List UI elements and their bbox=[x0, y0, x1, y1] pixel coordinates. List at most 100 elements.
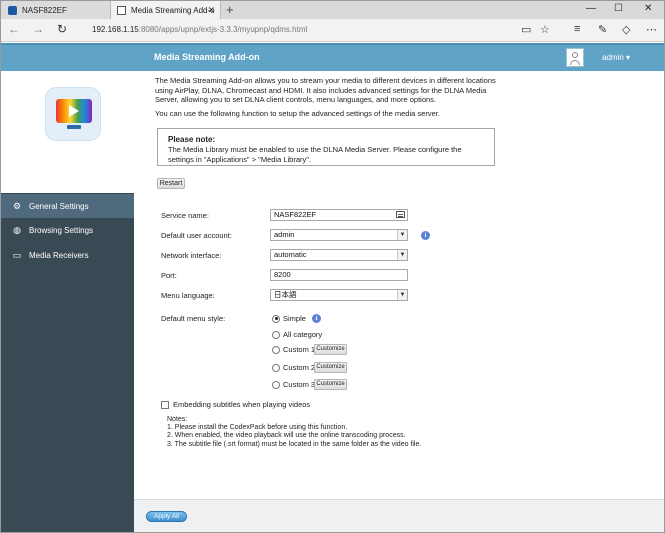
favorite-star-icon[interactable]: ☆ bbox=[540, 23, 550, 36]
note-line: 3. The subtitle file (.srt format) must … bbox=[167, 440, 422, 448]
close-tab-icon[interactable]: ✕ bbox=[207, 5, 215, 16]
id-card-icon bbox=[396, 211, 405, 218]
radio-dot bbox=[272, 380, 280, 389]
tab-title: Media Streaming Add-o bbox=[131, 6, 215, 15]
intro-section: The Media Streaming Add-on allows you to… bbox=[1, 71, 664, 193]
port-value: 8200 bbox=[274, 270, 291, 279]
url-field[interactable]: 192.168.1.15:8080/apps/upnp/extjs-3.3.3/… bbox=[92, 25, 307, 34]
radio-dot bbox=[272, 330, 280, 339]
sidebar-item-label: General Settings bbox=[29, 201, 89, 211]
share-icon[interactable]: ◇ bbox=[622, 23, 630, 36]
gear-icon: ⚙ bbox=[12, 200, 22, 211]
radio-dot bbox=[272, 363, 280, 372]
radio-custom-2[interactable]: Custom 2 bbox=[272, 363, 315, 372]
app-description: The Media Streaming Add-on allows you to… bbox=[155, 76, 496, 105]
forward-icon[interactable]: → bbox=[32, 22, 44, 36]
radio-custom-1[interactable]: Custom 1 bbox=[272, 345, 315, 354]
sidebar-item-label: Browsing Settings bbox=[29, 225, 94, 235]
sidebar-item-media-receivers[interactable]: ▭ Media Receivers bbox=[1, 243, 134, 267]
user-menu[interactable]: admin ▾ bbox=[602, 53, 630, 62]
menu-language-select[interactable]: 日本語 ▼ bbox=[270, 289, 408, 301]
user-name: admin bbox=[602, 53, 624, 62]
tab-title: NASF822EF bbox=[22, 6, 67, 15]
tab-media-streaming[interactable]: Media Streaming Add-o ✕ bbox=[111, 1, 221, 20]
default-user-select[interactable]: admin ▼ bbox=[270, 229, 408, 241]
radio-label: All category bbox=[283, 330, 323, 339]
more-icon[interactable]: ⋯ bbox=[646, 23, 657, 36]
avatar-body bbox=[570, 60, 580, 65]
url-path: :8080/apps/upnp/extjs-3.3.3/myupnp/qdms.… bbox=[138, 25, 308, 34]
customize-button-3[interactable]: Customize bbox=[314, 379, 347, 390]
network-interface-value: automatic bbox=[274, 250, 307, 259]
general-settings-form: Service name: NASF822EF Default user acc… bbox=[134, 193, 664, 499]
note-icon[interactable]: ✎ bbox=[598, 23, 607, 36]
refresh-icon[interactable]: ↻ bbox=[57, 22, 67, 36]
sidebar-item-label: Media Receivers bbox=[29, 250, 89, 260]
customize-button-2[interactable]: Customize bbox=[314, 362, 347, 373]
radio-label: Custom 3 bbox=[283, 380, 316, 389]
avatar[interactable] bbox=[566, 48, 584, 67]
usage-text: You can use the following function to se… bbox=[155, 109, 440, 118]
browser-tab-bar: NASF822EF Media Streaming Add-o ✕ + — ☐ … bbox=[0, 0, 665, 20]
checkbox-label: Embedding subtitles when playing videos bbox=[173, 400, 311, 409]
radio-custom-3[interactable]: Custom 3 bbox=[272, 380, 315, 389]
info-icon[interactable]: i bbox=[421, 231, 430, 240]
note-line: 1. Please install the CodexPack before u… bbox=[167, 424, 348, 432]
page-icon bbox=[117, 6, 126, 15]
minimize-icon[interactable]: — bbox=[586, 3, 596, 14]
chevron-down-icon: ▼ bbox=[397, 230, 407, 240]
network-interface-label: Network interface: bbox=[161, 251, 222, 260]
note-title: Please note: bbox=[168, 135, 216, 144]
media-streaming-app-icon bbox=[45, 87, 101, 141]
reading-view-icon[interactable]: ▭ bbox=[521, 23, 531, 36]
radio-label: Custom 1 bbox=[283, 345, 316, 354]
hub-icon[interactable]: ≡ bbox=[574, 23, 580, 35]
notes-section: Notes: 1. Please install the CodexPack b… bbox=[167, 416, 421, 449]
sidebar-item-browsing-settings[interactable]: ◍ Browsing Settings bbox=[1, 218, 134, 242]
restart-button[interactable]: Restart bbox=[157, 178, 185, 189]
default-user-value: admin bbox=[274, 230, 295, 239]
back-icon[interactable]: ← bbox=[8, 22, 20, 36]
play-icon bbox=[69, 105, 79, 117]
footer-bar: Apply All bbox=[134, 499, 664, 532]
info-icon[interactable]: i bbox=[312, 314, 321, 323]
app-header: Media Streaming Add-on admin ▾ bbox=[1, 43, 664, 71]
maximize-icon[interactable]: ☐ bbox=[614, 3, 623, 14]
service-name-value: NASF822EF bbox=[274, 210, 317, 219]
embed-subtitles-checkbox[interactable]: Embedding subtitles when playing videos bbox=[161, 400, 310, 409]
note-box: Please note: The Media Library must be e… bbox=[157, 128, 495, 166]
radio-label: Custom 2 bbox=[283, 363, 316, 372]
monitor-icon: ▭ bbox=[12, 249, 22, 260]
address-bar: ← → ↻ 192.168.1.15:8080/apps/upnp/extjs-… bbox=[0, 19, 665, 42]
tv-stand bbox=[67, 125, 81, 129]
sidebar-item-general-settings[interactable]: ⚙ General Settings bbox=[1, 194, 134, 218]
radio-simple[interactable]: Simple bbox=[272, 314, 306, 323]
new-tab-icon[interactable]: + bbox=[226, 2, 234, 17]
menu-style-label: Default menu style: bbox=[161, 314, 226, 323]
tab-nas[interactable]: NASF822EF bbox=[2, 1, 111, 20]
port-input[interactable]: 8200 bbox=[270, 269, 408, 281]
radio-all-category[interactable]: All category bbox=[272, 330, 322, 339]
radio-label: Simple bbox=[283, 314, 306, 323]
default-user-label: Default user account: bbox=[161, 231, 232, 240]
close-window-icon[interactable]: ✕ bbox=[644, 3, 652, 14]
service-name-label: Service name: bbox=[161, 211, 209, 220]
chevron-down-icon: ▾ bbox=[626, 53, 631, 62]
network-interface-select[interactable]: automatic ▼ bbox=[270, 249, 408, 261]
avatar-head bbox=[572, 52, 578, 58]
apply-all-button[interactable]: Apply All bbox=[146, 511, 187, 522]
port-label: Port: bbox=[161, 271, 177, 280]
checkbox-box bbox=[161, 400, 169, 409]
notes-title: Notes: bbox=[167, 416, 188, 423]
sidebar: ⚙ General Settings ◍ Browsing Settings ▭… bbox=[1, 193, 134, 532]
service-name-input[interactable]: NASF822EF bbox=[270, 209, 408, 221]
qnap-icon bbox=[8, 6, 17, 15]
globe-icon: ◍ bbox=[13, 224, 21, 235]
app-title: Media Streaming Add-on bbox=[154, 52, 260, 62]
menu-language-value: 日本語 bbox=[274, 290, 297, 299]
radio-dot bbox=[272, 314, 280, 323]
chevron-down-icon: ▼ bbox=[397, 250, 407, 260]
menu-language-label: Menu language: bbox=[161, 291, 215, 300]
customize-button-1[interactable]: Customize bbox=[314, 344, 347, 355]
radio-dot bbox=[272, 345, 280, 354]
